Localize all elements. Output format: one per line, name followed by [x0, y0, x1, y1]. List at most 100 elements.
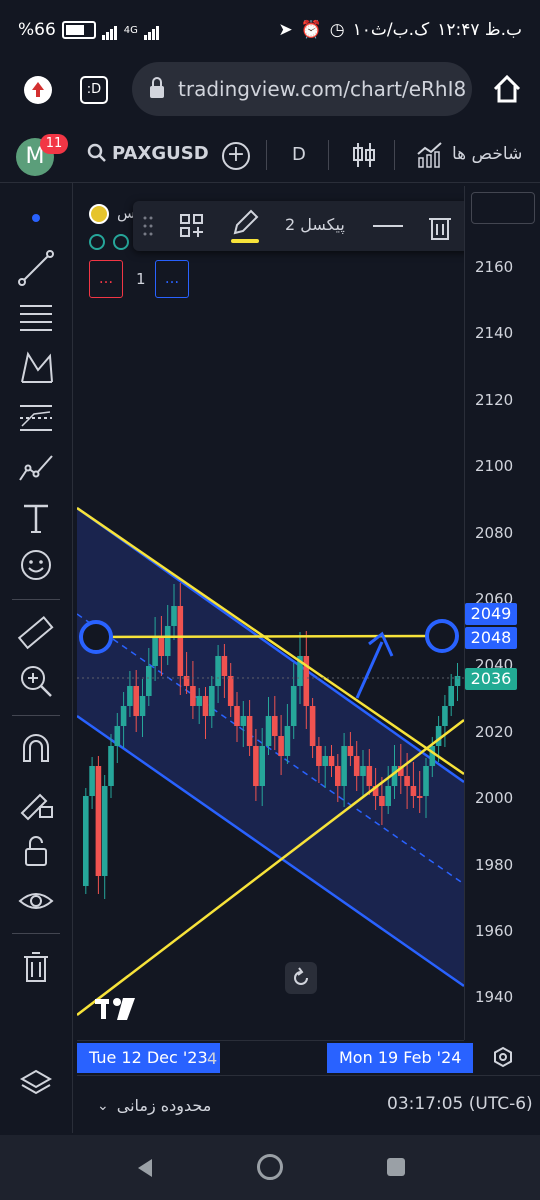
back-icon[interactable]: [134, 1157, 156, 1183]
price-tick-label: 1940: [475, 988, 514, 1007]
home-nav-icon[interactable]: [257, 1154, 283, 1180]
chevron-down-icon: ⌄: [97, 1097, 109, 1114]
home-shortcut-icon[interactable]: [24, 76, 52, 104]
candle-body: [253, 746, 259, 786]
eye-off-icon-2[interactable]: [113, 234, 129, 250]
recents-icon[interactable]: [387, 1158, 405, 1176]
candle-body: [101, 786, 108, 876]
price-tick-label: 1960: [475, 922, 514, 940]
price-tick-label: 2080: [475, 523, 514, 542]
delete-drawing-icon[interactable]: [427, 213, 453, 245]
indicators-icon: [417, 142, 442, 168]
lock-drawings-icon[interactable]: [16, 781, 56, 821]
add-symbol-button[interactable]: +: [222, 142, 250, 170]
price-axis[interactable]: 2160 2140 2120 2100 2080 2060 2040 2020 2000 1980…: [464, 186, 540, 1040]
chart-canvas[interactable]: س ... 1 ...: [77, 186, 464, 1040]
trend-line-tool-icon[interactable]: [16, 248, 56, 288]
timezone-clock[interactable]: 03:17:05 (UTC-6): [387, 1094, 533, 1114]
carrier-text: ۱۰ک.ب/ث: [352, 20, 430, 40]
browser-bar: :D tradingview.com/chart/eRhI8: [0, 60, 540, 131]
candle-body: [272, 716, 278, 736]
time-tick-partial: 4: [207, 1049, 218, 1068]
candle-body: [328, 756, 335, 766]
price-chart[interactable]: [77, 186, 464, 1040]
candle-body: [221, 656, 228, 676]
notification-badge: 11: [40, 134, 68, 154]
eye-off-icon[interactable]: [89, 234, 105, 250]
fib-tool-icon[interactable]: [16, 298, 56, 338]
line-color-button[interactable]: [229, 209, 261, 245]
alarm-icon: ⏰: [300, 20, 322, 40]
ruler-tool-icon[interactable]: [16, 613, 56, 653]
price-tick-label: 2100: [475, 457, 514, 476]
candle-body: [127, 686, 133, 706]
candle-body: [265, 716, 272, 746]
yellow-horizontal-line[interactable]: [95, 634, 443, 639]
telegram-icon: ➤: [278, 20, 293, 40]
home-icon[interactable]: [490, 72, 524, 110]
candle-body: [215, 656, 221, 686]
price-tick-label: 2000: [475, 789, 514, 808]
candle-body: [442, 706, 448, 726]
template-icon[interactable]: [179, 213, 205, 243]
pattern-tool-icon[interactable]: [16, 348, 56, 388]
indicators-button[interactable]: شاخص ها: [416, 140, 522, 168]
android-nav-bar: [0, 1135, 540, 1200]
reset-chart-button[interactable]: [285, 962, 317, 994]
candle-body: [83, 796, 89, 886]
candle-body: [410, 786, 417, 796]
range-selector[interactable]: ⌄ محدوده زمانی: [97, 1096, 211, 1115]
candle-body: [278, 736, 284, 756]
status-bar: %66 4G ➤ ⏰ ◷ ۱۰ک.ب/ث ۱۲:۴۷ ب.ظ: [0, 0, 540, 60]
drag-handle-icon[interactable]: [143, 215, 153, 237]
layers-icon[interactable]: [16, 1065, 56, 1105]
eye-icon[interactable]: [16, 881, 56, 921]
candle-body: [448, 686, 454, 706]
emoji-tool-icon[interactable]: [16, 545, 56, 585]
candle-body: [240, 716, 247, 726]
candle-body: [347, 746, 354, 756]
zoom-in-icon[interactable]: [16, 661, 56, 701]
brush-tool-icon[interactable]: [16, 448, 56, 488]
axis-menu-button[interactable]: [471, 192, 535, 224]
projection-arrow[interactable]: [355, 641, 384, 699]
bottom-bar: ⌄ محدوده زمانی 03:17:05 (UTC-6): [77, 1075, 540, 1134]
price-tick-label: 2120: [475, 390, 514, 409]
url-field[interactable]: tradingview.com/chart/eRhI8: [132, 62, 472, 116]
candle-body: [158, 636, 165, 656]
drawing-toolbar: پیکسل 2: [133, 201, 518, 251]
candle-body: [353, 756, 360, 776]
candle-body: [341, 746, 347, 786]
price-tick-label: 2160: [475, 258, 514, 276]
chart-settings-icon[interactable]: [492, 1046, 514, 1072]
candle-type-icon[interactable]: [352, 140, 376, 174]
text-tool-icon[interactable]: [16, 498, 56, 538]
candle-body: [309, 706, 316, 746]
candle-body: [404, 776, 410, 786]
interval-button[interactable]: D: [292, 144, 306, 165]
indicator-dots-red[interactable]: ...: [89, 260, 123, 298]
candle-body: [152, 636, 158, 666]
candle-body: [284, 726, 291, 756]
pencil-icon: [233, 209, 259, 235]
line-style-button[interactable]: [373, 225, 403, 227]
prediction-tool-icon[interactable]: [16, 398, 56, 438]
trash-icon[interactable]: [16, 947, 56, 987]
candle-body: [259, 746, 265, 786]
indicators-label: شاخص ها: [452, 144, 523, 164]
magnet-icon[interactable]: [16, 731, 56, 771]
lock-icon: [150, 77, 164, 98]
symbol-search[interactable]: PAXGUSD: [86, 142, 209, 164]
line-handle-right[interactable]: [425, 619, 459, 653]
signal-icon-2: [143, 20, 160, 40]
line-handle-left[interactable]: [79, 620, 113, 654]
indicator-dots-blue[interactable]: ...: [155, 260, 189, 298]
candle-body: [322, 756, 328, 766]
time-axis[interactable]: Tue 12 Dec '23 4 Mon 19 Feb '24: [77, 1040, 474, 1073]
tabs-button[interactable]: :D: [80, 76, 108, 104]
candle-body: [416, 796, 423, 798]
unlock-icon[interactable]: [16, 831, 56, 871]
candle-body: [429, 746, 436, 766]
line-width-button[interactable]: پیکسل 2: [285, 215, 345, 234]
color-swatch: [231, 239, 259, 243]
